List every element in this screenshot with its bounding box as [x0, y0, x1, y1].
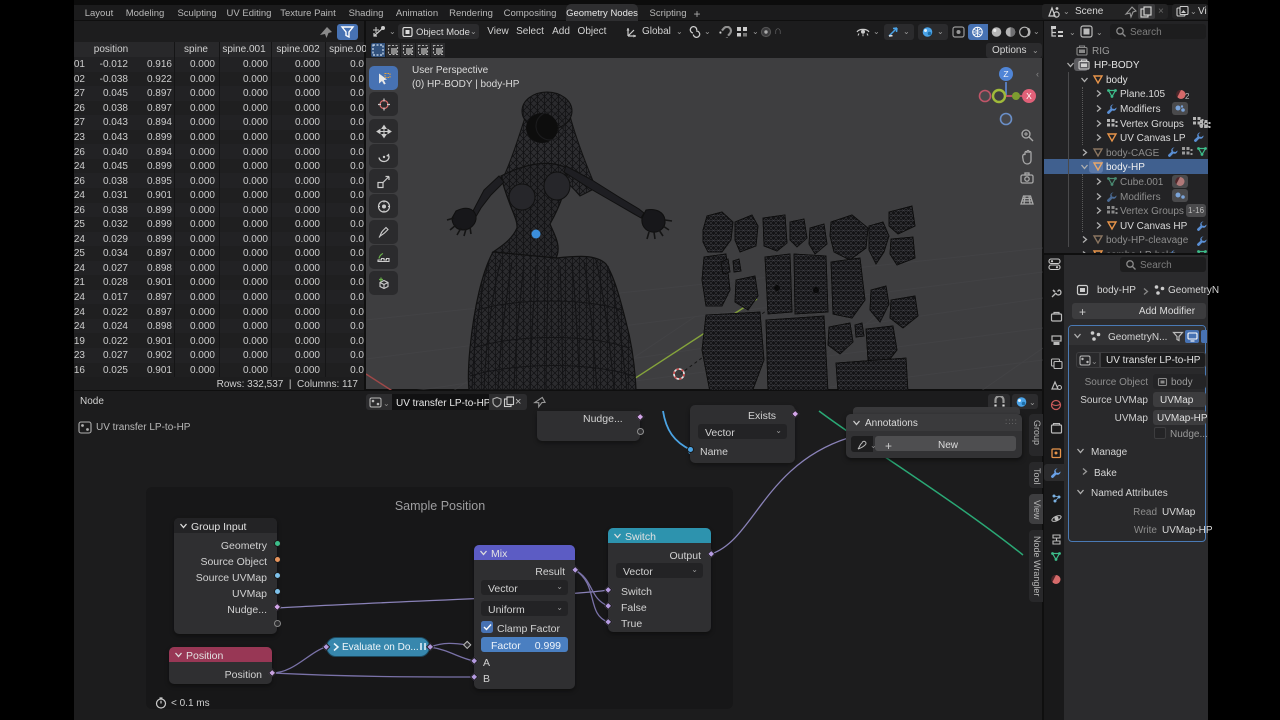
svg-text:Z: Z	[1003, 69, 1008, 79]
svg-text:X: X	[1026, 91, 1032, 101]
